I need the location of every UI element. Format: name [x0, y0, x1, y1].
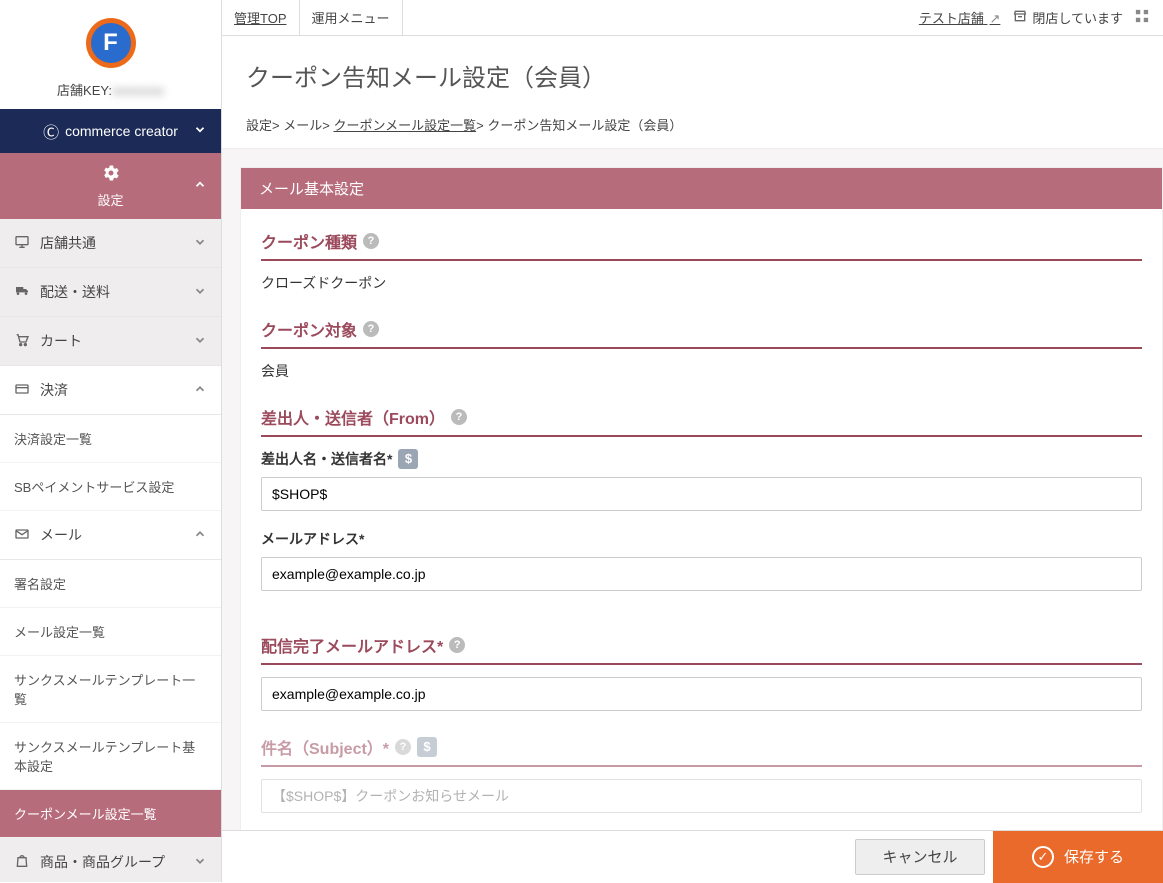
- nav-commerce-creator[interactable]: Ⓒ commerce creator: [0, 109, 221, 153]
- chevron-up-icon: [193, 382, 207, 399]
- bag-icon: [14, 853, 34, 872]
- field-from: 差出人・送信者（From） ? 差出人名・送信者名* $ メールアドレス*: [241, 405, 1162, 633]
- apps-icon[interactable]: [1135, 9, 1149, 26]
- field-coupon-type: クーポン種類 ? クローズドクーポン: [241, 229, 1162, 317]
- truck-icon: [14, 283, 34, 302]
- external-link-icon: ↗: [989, 11, 1000, 26]
- sender-name-input[interactable]: [261, 477, 1142, 511]
- sub-sb-payment[interactable]: SBペイメントサービス設定: [0, 463, 221, 511]
- test-store-link[interactable]: テスト店舗 ↗: [919, 8, 1001, 27]
- coupon-type-value: クローズドクーポン: [261, 261, 1142, 293]
- sidebar-item-product[interactable]: 商品・商品グループ: [0, 838, 221, 882]
- monitor-icon: [14, 234, 34, 253]
- tab-op-menu[interactable]: 運用メニュー: [300, 0, 403, 35]
- help-icon[interactable]: ?: [395, 739, 411, 755]
- chevron-down-icon: [193, 123, 207, 140]
- mail-addr-input[interactable]: [261, 557, 1142, 591]
- sender-name-label: 差出人名・送信者名* $: [261, 449, 1142, 469]
- mail-addr-label: メールアドレス*: [261, 529, 1142, 549]
- sidebar-item-mail[interactable]: メール: [0, 511, 221, 560]
- check-icon: ✓: [1032, 846, 1054, 868]
- logo: F: [0, 0, 221, 76]
- field-delivery-addr: 配信完了メールアドレス* ?: [241, 633, 1162, 735]
- variable-icon[interactable]: $: [398, 449, 418, 469]
- chevron-down-icon: [193, 854, 207, 871]
- coupon-target-value: 会員: [261, 349, 1142, 381]
- mail-icon: [14, 526, 34, 545]
- field-subject: 件名（Subject）* ? $: [241, 735, 1162, 837]
- delivery-addr-input[interactable]: [261, 677, 1142, 711]
- chevron-down-icon: [193, 284, 207, 301]
- sub-coupon-mail-list[interactable]: クーポンメール設定一覧: [0, 790, 221, 838]
- store-status[interactable]: 閉店しています: [1012, 8, 1123, 27]
- sidebar-item-delivery[interactable]: 配送・送料: [0, 268, 221, 317]
- cart-icon: [14, 332, 34, 351]
- storefront-icon: [1012, 8, 1028, 27]
- main: 管理TOP 運用メニュー テスト店舗 ↗ 閉店しています: [222, 0, 1163, 882]
- nav-settings[interactable]: 設定: [0, 153, 221, 219]
- content: クーポン告知メール設定（会員） 設定> メール> クーポンメール設定一覧> クー…: [222, 36, 1163, 882]
- breadcrumb: 設定> メール> クーポンメール設定一覧> クーポン告知メール設定（会員）: [222, 107, 1163, 149]
- sub-payment-list[interactable]: 決済設定一覧: [0, 415, 221, 463]
- subject-input[interactable]: [261, 779, 1142, 813]
- shop-key: 店舗KEY:xxxxxxxx: [0, 76, 221, 109]
- sub-signature[interactable]: 署名設定: [0, 560, 221, 608]
- chevron-up-icon: [193, 527, 207, 544]
- field-coupon-target: クーポン対象 ? 会員: [241, 317, 1162, 405]
- chevron-down-icon: [193, 235, 207, 252]
- help-icon[interactable]: ?: [449, 637, 465, 653]
- sidebar-item-payment[interactable]: 決済: [0, 366, 221, 415]
- help-icon[interactable]: ?: [363, 233, 379, 249]
- sub-thanks-template-list[interactable]: サンクスメールテンプレート一覧: [0, 656, 221, 723]
- section-header: メール基本設定: [241, 168, 1162, 209]
- breadcrumb-link[interactable]: クーポンメール設定一覧: [333, 118, 476, 133]
- gear-icon: [101, 163, 121, 188]
- tab-admin-top[interactable]: 管理TOP: [222, 0, 300, 35]
- sidebar-item-cart[interactable]: カート: [0, 317, 221, 366]
- c-icon: Ⓒ: [43, 119, 59, 143]
- footer-bar: キャンセル ✓ 保存する: [222, 830, 1163, 882]
- help-icon[interactable]: ?: [451, 409, 467, 425]
- help-icon[interactable]: ?: [363, 321, 379, 337]
- chevron-up-icon: [193, 178, 207, 195]
- topbar: 管理TOP 運用メニュー テスト店舗 ↗ 閉店しています: [222, 0, 1163, 36]
- form-card: メール基本設定 クーポン種類 ? クローズドクーポン クーポン対象 ? 会員: [240, 167, 1163, 858]
- card-icon: [14, 381, 34, 400]
- sub-mail-list[interactable]: メール設定一覧: [0, 608, 221, 656]
- sub-thanks-template-basic[interactable]: サンクスメールテンプレート基本設定: [0, 723, 221, 790]
- variable-icon[interactable]: $: [417, 737, 437, 757]
- chevron-down-icon: [193, 333, 207, 350]
- cancel-button[interactable]: キャンセル: [855, 839, 985, 875]
- save-button[interactable]: ✓ 保存する: [993, 831, 1163, 883]
- sidebar-item-store[interactable]: 店舗共通: [0, 219, 221, 268]
- sidebar: F 店舗KEY:xxxxxxxx Ⓒ commerce creator 設定 店…: [0, 0, 222, 882]
- page-title: クーポン告知メール設定（会員）: [222, 36, 1163, 107]
